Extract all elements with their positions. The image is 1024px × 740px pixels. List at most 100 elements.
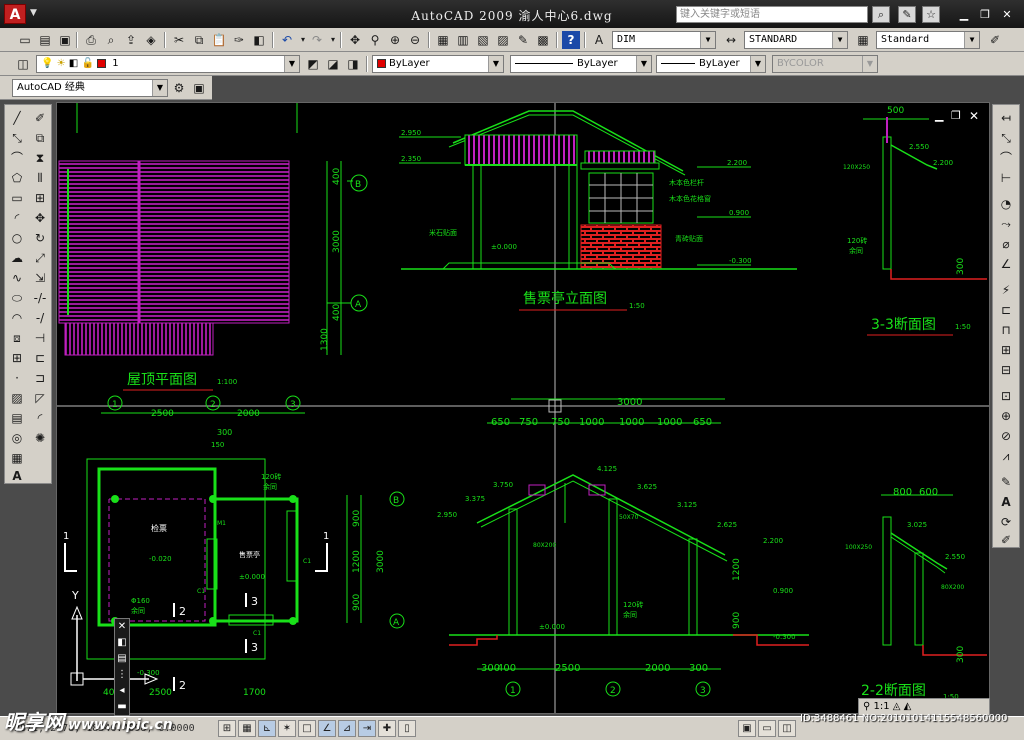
table-style-select[interactable]: Standard ▼ <box>876 31 980 49</box>
make-block-icon[interactable]: ⊞ <box>8 349 26 367</box>
fillet-icon[interactable]: ◜ <box>31 409 49 427</box>
pan-icon[interactable]: ✥ <box>346 31 364 49</box>
spline-icon[interactable]: ∿ <box>8 269 26 287</box>
jogged-dimension-icon[interactable]: ⤳ <box>997 215 1015 233</box>
copy-icon[interactable]: ⧉ <box>190 31 208 49</box>
break-icon[interactable]: ⊏ <box>31 349 49 367</box>
layer-state-icon[interactable]: ◨ <box>344 55 362 73</box>
rectangle-icon[interactable]: ▭ <box>8 189 26 207</box>
gradient-icon[interactable]: ▤ <box>8 409 26 427</box>
join-icon[interactable]: ⊐ <box>31 369 49 387</box>
jogged-linear-icon[interactable]: ⩘ <box>997 447 1015 465</box>
model-space-icon[interactable]: ▣ <box>738 720 756 737</box>
palette-options-icon[interactable]: ⋮ <box>115 667 129 683</box>
print-icon[interactable]: ⎙ <box>82 31 100 49</box>
new-file-icon[interactable]: ▭ <box>16 31 34 49</box>
hatch-icon[interactable]: ▨ <box>8 389 26 407</box>
dynamic-input-icon[interactable]: ⇥ <box>358 720 376 737</box>
command-line-palette[interactable]: ✕ ◧ ▤ ⋮ ◂ ▬ <box>114 618 130 716</box>
linetype-select[interactable]: ByLayer ▼ <box>510 55 652 73</box>
drawing-area[interactable]: ▁ ❐ ✕ 屋顶平面图 1:100 400 3000 400 1300 B A … <box>56 102 990 714</box>
revision-cloud-icon[interactable]: ☁ <box>8 249 26 267</box>
viewport-restore-icon[interactable]: ❐ <box>951 109 961 122</box>
object-snap-tracking-icon[interactable]: ∠ <box>318 720 336 737</box>
design-center-icon[interactable]: ▥ <box>454 31 472 49</box>
tolerance-icon[interactable]: ⊡ <box>997 387 1015 405</box>
table-icon[interactable]: ▦ <box>8 449 26 467</box>
ellipse-arc-icon[interactable]: ◠ <box>8 309 26 327</box>
workspace-settings-icon[interactable]: ⚙ <box>170 79 188 97</box>
chamfer-icon[interactable]: ◸ <box>31 389 49 407</box>
publish-icon[interactable]: ⇪ <box>122 31 140 49</box>
workspace-select[interactable]: AutoCAD 经典 ▼ <box>12 79 168 97</box>
block-editor-icon[interactable]: ◧ <box>250 31 268 49</box>
3d-dwf-icon[interactable]: ◈ <box>142 31 160 49</box>
dim-style-icon[interactable]: ↔ <box>722 31 740 49</box>
dynamic-ucs-icon[interactable]: ⊿ <box>338 720 356 737</box>
app-menu-arrow-icon[interactable]: ▼ <box>30 8 37 18</box>
polar-tracking-icon[interactable]: ✶ <box>278 720 296 737</box>
layer-previous-icon[interactable]: ◪ <box>324 55 342 73</box>
palette-dock-icon[interactable]: ◂ <box>115 683 129 699</box>
multiline-text-icon[interactable]: A <box>8 467 26 485</box>
center-mark-icon[interactable]: ⊕ <box>997 407 1015 425</box>
snap-mode-icon[interactable]: ⊞ <box>218 720 236 737</box>
trim-icon[interactable]: -/- <box>31 289 49 307</box>
dimension-edit-icon[interactable]: ✎ <box>997 473 1015 491</box>
ordinate-dimension-icon[interactable]: ⊢ <box>997 169 1015 187</box>
erase-icon[interactable]: ✐ <box>31 109 49 127</box>
line-icon[interactable]: ╱ <box>8 109 26 127</box>
radius-dimension-icon[interactable]: ◔ <box>997 195 1015 213</box>
continue-dimension-icon[interactable]: ⊓ <box>997 321 1015 339</box>
dimension-break-icon[interactable]: ⊟ <box>997 361 1015 379</box>
quick-view-icon[interactable]: ◫ <box>778 720 796 737</box>
circle-icon[interactable]: ○ <box>8 229 26 247</box>
markup-icon[interactable]: ✎ <box>514 31 532 49</box>
extend-icon[interactable]: -/ <box>31 309 49 327</box>
angular-dimension-icon[interactable]: ∠ <box>997 255 1015 273</box>
array-icon[interactable]: ⊞ <box>31 189 49 207</box>
diameter-dimension-icon[interactable]: ⌀ <box>997 235 1015 253</box>
viewport-minimize-icon[interactable]: ▁ <box>934 109 944 122</box>
dimension-text-edit-icon[interactable]: A <box>997 493 1015 511</box>
region-icon[interactable]: ◎ <box>8 429 26 447</box>
search-icon[interactable]: ⌕ <box>872 6 890 23</box>
zoom-realtime-icon[interactable]: ⚲ <box>366 31 384 49</box>
break-at-point-icon[interactable]: ⊣ <box>31 329 49 347</box>
favorites-star-icon[interactable]: ☆ <box>922 6 940 23</box>
text-style-icon[interactable]: A <box>590 31 608 49</box>
arc-length-icon[interactable]: ⌒ <box>997 149 1015 167</box>
minimize-icon[interactable]: ▁ <box>956 8 972 22</box>
mirror-icon[interactable]: ⧗ <box>31 149 49 167</box>
paste-icon[interactable]: 📋 <box>210 31 228 49</box>
dimension-style-icon[interactable]: ✐ <box>997 531 1015 549</box>
inspection-icon[interactable]: ⊘ <box>997 427 1015 445</box>
move-icon[interactable]: ✥ <box>31 209 49 227</box>
make-current-layer-icon[interactable]: ◩ <box>304 55 322 73</box>
insert-block-icon[interactable]: ⧈ <box>8 329 26 347</box>
communication-icon[interactable]: ✎ <box>898 6 916 23</box>
tool-palettes-icon[interactable]: ▧ <box>474 31 492 49</box>
dim-style-select[interactable]: STANDARD ▼ <box>744 31 848 49</box>
explode-icon[interactable]: ✺ <box>31 429 49 447</box>
aligned-dimension-icon[interactable]: ⤡ <box>997 129 1015 147</box>
ortho-mode-icon[interactable]: ⊾ <box>258 720 276 737</box>
palette-properties-icon[interactable]: ▤ <box>115 651 129 667</box>
print-preview-icon[interactable]: ⌕ <box>102 31 120 49</box>
properties-icon[interactable]: ▦ <box>434 31 452 49</box>
offset-icon[interactable]: ⫴ <box>31 169 49 187</box>
close-icon[interactable]: ✕ <box>999 8 1015 22</box>
app-menu-icon[interactable]: A <box>4 4 26 24</box>
palette-autohide-icon[interactable]: ◧ <box>115 635 129 651</box>
multileader-style-icon[interactable]: ✐ <box>986 31 1004 49</box>
polygon-icon[interactable]: ⬠ <box>8 169 26 187</box>
quick-dimension-icon[interactable]: ⚡ <box>997 281 1015 299</box>
scale-icon[interactable]: ⤢ <box>31 249 49 267</box>
quickcalc-icon[interactable]: ▩ <box>534 31 552 49</box>
layer-select[interactable]: 💡 ☀ ◧ 🔓 1 ▼ <box>36 55 300 73</box>
table-style-icon[interactable]: ▦ <box>854 31 872 49</box>
quick-properties-icon[interactable]: ▯ <box>398 720 416 737</box>
match-properties-icon[interactable]: ✑ <box>230 31 248 49</box>
palette-close-icon[interactable]: ✕ <box>115 619 129 635</box>
dimension-update-icon[interactable]: ⟳ <box>997 513 1015 531</box>
